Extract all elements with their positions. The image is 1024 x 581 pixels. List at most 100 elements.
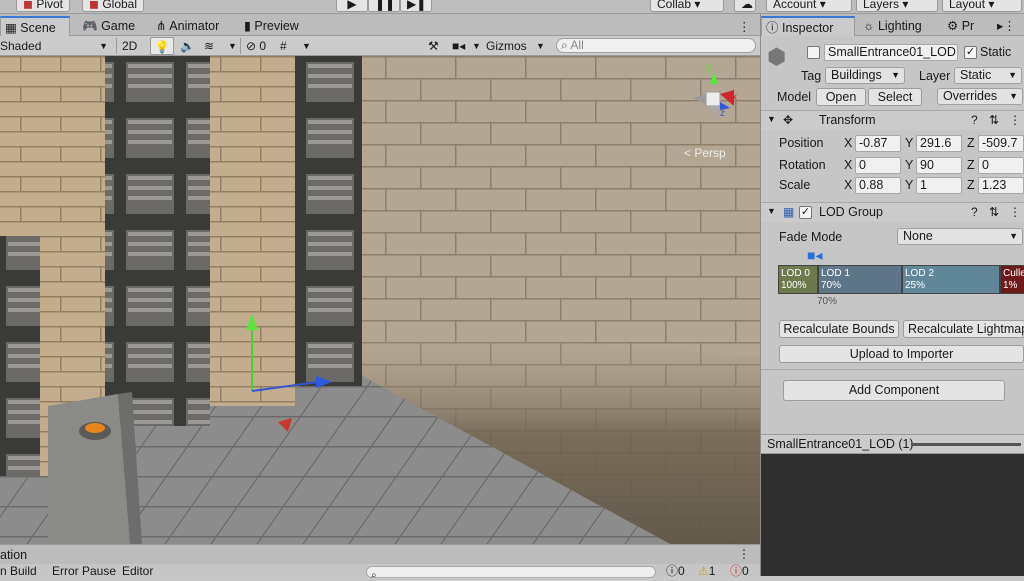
rotation-z-field[interactable]: 0 xyxy=(978,157,1024,174)
rotation-y-field[interactable]: 90 xyxy=(916,157,962,174)
pause-button[interactable]: ❚❚ xyxy=(368,0,400,12)
camera-button[interactable]: ■◂ xyxy=(452,37,465,55)
position-x-field[interactable]: -0.87 xyxy=(855,135,901,152)
error-count[interactable]: ⓘ0 xyxy=(730,565,749,577)
chevron-down-icon: ▼ xyxy=(472,41,481,51)
scale-z-field[interactable]: 1.23 xyxy=(978,177,1024,194)
layout-dropdown[interactable]: Layout ▾ xyxy=(942,0,1022,12)
preview-header[interactable]: SmallEntrance01_LOD (1) xyxy=(761,434,1024,454)
step-button[interactable]: ▶❚ xyxy=(400,0,432,12)
preview-resize-handle[interactable] xyxy=(911,443,1021,446)
rotation-x-field[interactable]: 0 xyxy=(855,157,901,174)
layer-dropdown[interactable]: Static ▼ xyxy=(954,67,1022,84)
tab-lighting[interactable]: ☼ Lighting xyxy=(859,16,943,36)
console-search-input[interactable]: ⌕ xyxy=(366,566,656,581)
console-tab-bar: ation ⋮ xyxy=(0,544,760,564)
position-x-value: -0.87 xyxy=(859,136,888,150)
tab-inspector[interactable]: ⓘ Inspector xyxy=(761,16,855,36)
effects-toggle[interactable]: ≋ xyxy=(204,37,214,55)
chevron-down-icon: ▼ xyxy=(1009,231,1018,241)
mode-2d-toggle[interactable]: 2D xyxy=(122,37,137,55)
error-pause-toggle[interactable]: Error Pause xyxy=(52,565,116,577)
play-button[interactable]: ▶ xyxy=(336,0,368,12)
kebab-icon[interactable]: ⋮ xyxy=(1009,205,1021,219)
fade-mode-dropdown[interactable]: None ▼ xyxy=(897,228,1023,245)
rotation-label: Rotation xyxy=(779,158,826,172)
tab-menu-button[interactable]: ⋮ xyxy=(734,17,758,37)
lod-camera-marker-icon[interactable]: ■◂ xyxy=(807,248,831,262)
tab-overflow-button[interactable]: ▸⋮ xyxy=(993,16,1023,36)
hidden-objects-toggle[interactable]: ⊘ 0 xyxy=(246,37,266,55)
lod-marker-label: 70% xyxy=(817,296,838,307)
recalculate-bounds-button[interactable]: Recalculate Bounds xyxy=(779,320,899,338)
lod-segment-culled[interactable]: Culle 1% xyxy=(1000,265,1024,294)
lod-group-header[interactable]: ▼ ▦ ✓ LOD Group ? ⇅ ⋮ xyxy=(761,202,1024,222)
lod-group-enabled-checkbox[interactable]: ✓ xyxy=(799,206,812,219)
upload-to-importer-button[interactable]: Upload to Importer xyxy=(779,345,1024,363)
scale-z-value: 1.23 xyxy=(982,178,1007,192)
camera-dropdown[interactable]: ▼ xyxy=(472,37,481,55)
gizmos-button[interactable]: Gizmos xyxy=(486,37,527,55)
tab-animator[interactable]: ⋔ Animator xyxy=(152,16,236,36)
tab-game[interactable]: 🎮 Game xyxy=(78,16,148,36)
select-model-button[interactable]: Select xyxy=(868,88,922,106)
collab-label: Collab xyxy=(657,0,692,11)
kebab-icon[interactable]: ⋮ xyxy=(738,547,750,561)
preset-icon[interactable]: ⇅ xyxy=(989,113,999,127)
grid-toggle[interactable]: # xyxy=(280,37,287,55)
position-y-field[interactable]: 291.6 xyxy=(916,135,962,152)
message-count[interactable]: ⓘ0 xyxy=(666,565,685,577)
orientation-gizmo[interactable]: y x z xyxy=(680,62,744,136)
position-z-field[interactable]: -509.7 xyxy=(978,135,1024,152)
lod-segment-2[interactable]: LOD 2 25% xyxy=(902,265,1000,294)
transform-header[interactable]: ▼ ✥ Transform ? ⇅ ⋮ xyxy=(761,110,1024,130)
scale-x-field[interactable]: 0.88 xyxy=(855,177,901,194)
tab-project-settings[interactable]: ⚙ Pr xyxy=(943,16,993,36)
overrides-dropdown[interactable]: Overrides ▼ xyxy=(937,88,1023,105)
scale-y-field[interactable]: 1 xyxy=(916,177,962,194)
tag-dropdown[interactable]: Buildings ▼ xyxy=(825,67,905,84)
static-checkbox[interactable]: ✓ xyxy=(964,46,977,59)
lighting-toggle[interactable]: 💡 xyxy=(150,37,174,55)
account-dropdown[interactable]: Account ▾ xyxy=(766,0,852,12)
perspective-toggle[interactable]: < Persp xyxy=(684,146,726,160)
gizmos-dropdown[interactable]: ▼ xyxy=(536,37,545,55)
active-checkbox[interactable] xyxy=(807,46,820,59)
lightbulb-icon: 💡 xyxy=(154,40,170,54)
console-tab-label[interactable]: ation xyxy=(0,548,27,562)
add-component-button[interactable]: Add Component xyxy=(783,380,1005,401)
axis-y-label: y xyxy=(706,62,712,74)
recalculate-lightmap-button[interactable]: Recalculate Lightmap xyxy=(903,320,1024,338)
kebab-icon[interactable]: ⋮ xyxy=(1009,113,1021,127)
clear-on-build-toggle[interactable]: n Build xyxy=(0,565,37,577)
cloud-button[interactable]: ☁ xyxy=(734,0,756,12)
lod-bar[interactable]: LOD 0 100% LOD 1 70% LOD 2 25% Culle 1% xyxy=(778,265,1024,294)
global-button[interactable]: ◼ Global xyxy=(82,0,144,12)
transform-title: Transform xyxy=(819,113,876,127)
open-model-button[interactable]: Open xyxy=(816,88,866,106)
lod-segment-1[interactable]: LOD 1 70% xyxy=(818,265,902,294)
scene-search-input[interactable]: ⌕ All xyxy=(556,38,756,53)
search-icon: ⌕ xyxy=(561,38,568,52)
preview-area[interactable] xyxy=(761,454,1024,576)
tools-button[interactable]: ⚒ xyxy=(428,37,439,55)
chevron-down-icon: ▼ xyxy=(99,41,108,51)
layers-dropdown[interactable]: Layers ▾ xyxy=(856,0,938,12)
preset-icon[interactable]: ⇅ xyxy=(989,205,999,219)
effects-dropdown[interactable]: ▼ xyxy=(228,37,237,55)
tab-scene[interactable]: ▦ Scene xyxy=(0,16,70,36)
grid-dropdown[interactable]: ▼ xyxy=(302,37,311,55)
tab-preview[interactable]: ▮ Preview xyxy=(240,16,320,36)
scene-viewport[interactable]: y x z < Persp xyxy=(0,56,760,544)
audio-toggle[interactable]: 🔈 xyxy=(180,37,195,55)
object-name-field[interactable]: SmallEntrance01_LOD xyxy=(824,44,958,61)
editor-dropdown[interactable]: Editor xyxy=(122,565,153,577)
lod-segment-0[interactable]: LOD 0 100% xyxy=(778,265,818,294)
help-icon[interactable]: ? xyxy=(971,113,978,127)
pivot-button[interactable]: ◼ Pivot xyxy=(16,0,70,12)
warning-count[interactable]: ⚠1 xyxy=(698,565,715,577)
collab-dropdown[interactable]: Collab ▾ xyxy=(650,0,724,12)
help-icon[interactable]: ? xyxy=(971,205,978,219)
global-icon: ◼ xyxy=(89,0,99,11)
shading-mode-dropdown[interactable]: Shaded ▼ xyxy=(0,37,110,55)
